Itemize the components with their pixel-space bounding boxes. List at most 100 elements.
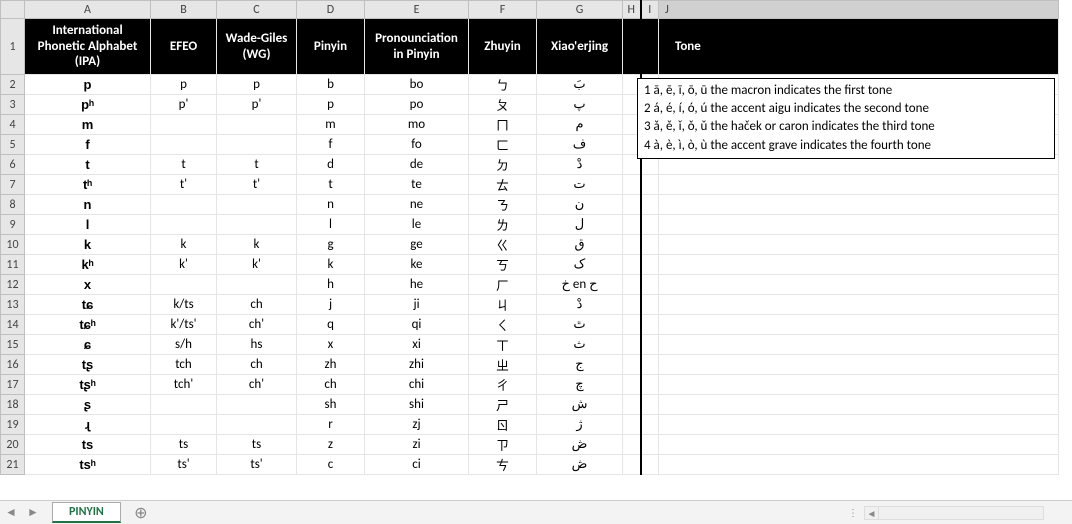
cell-i[interactable] <box>641 375 659 395</box>
header-i[interactable] <box>641 19 659 75</box>
cell-ipa[interactable]: ts <box>25 435 151 455</box>
cell-pron[interactable]: zj <box>365 415 469 435</box>
row-number[interactable]: 20 <box>1 435 25 455</box>
cell-pron[interactable]: ne <box>365 195 469 215</box>
cell-xiaoerjing[interactable]: چ <box>537 375 623 395</box>
cell-h[interactable] <box>623 315 641 335</box>
cell-pinyin[interactable]: l <box>297 215 365 235</box>
cell-h[interactable] <box>623 255 641 275</box>
cell-zhuyin[interactable]: ㄍ <box>469 235 537 255</box>
cell-pron[interactable]: po <box>365 95 469 115</box>
cell-pinyin[interactable]: d <box>297 155 365 175</box>
row-number[interactable]: 2 <box>1 75 25 95</box>
cell-pinyin[interactable]: f <box>297 135 365 155</box>
cell-pron[interactable]: zhi <box>365 355 469 375</box>
row-number[interactable]: 19 <box>1 415 25 435</box>
row-number[interactable]: 9 <box>1 215 25 235</box>
cell-pinyin[interactable]: h <box>297 275 365 295</box>
cell-i[interactable] <box>641 435 659 455</box>
cell-efeo[interactable]: p <box>151 75 217 95</box>
cell-j[interactable] <box>659 255 1059 275</box>
cell-h[interactable] <box>623 275 641 295</box>
cell-j[interactable] <box>659 235 1059 255</box>
cell-ipa[interactable]: pʰ <box>25 95 151 115</box>
header-tone[interactable]: Tone <box>659 19 1059 75</box>
cell-j[interactable] <box>659 175 1059 195</box>
cell-ipa[interactable]: n <box>25 195 151 215</box>
cell-efeo[interactable] <box>151 275 217 295</box>
cell-zhuyin[interactable]: ㄐ <box>469 295 537 315</box>
cell-zhuyin[interactable]: ㄔ <box>469 375 537 395</box>
row-number[interactable]: 7 <box>1 175 25 195</box>
row-number[interactable]: 8 <box>1 195 25 215</box>
horizontal-scrollbar[interactable]: ◄ <box>864 506 1044 520</box>
cell-wg[interactable] <box>217 135 297 155</box>
row-number[interactable]: 17 <box>1 375 25 395</box>
cell-wg[interactable]: k' <box>217 255 297 275</box>
cell-xiaoerjing[interactable]: بَ <box>537 75 623 95</box>
cell-pinyin[interactable]: z <box>297 435 365 455</box>
cell-pinyin[interactable]: j <box>297 295 365 315</box>
cell-i[interactable] <box>641 255 659 275</box>
cell-xiaoerjing[interactable]: ژ <box>537 415 623 435</box>
cell-i[interactable] <box>641 195 659 215</box>
cell-pron[interactable]: fo <box>365 135 469 155</box>
cell-j[interactable] <box>659 415 1059 435</box>
cell-efeo[interactable]: t' <box>151 175 217 195</box>
header-pinyin[interactable]: Pinyin <box>297 19 365 75</box>
col-header-H[interactable]: H <box>623 1 641 19</box>
cell-h[interactable] <box>623 395 641 415</box>
cell-i[interactable] <box>641 215 659 235</box>
cell-pinyin[interactable]: g <box>297 235 365 255</box>
cell-zhuyin[interactable]: ㄖ <box>469 415 537 435</box>
cell-efeo[interactable]: ts <box>151 435 217 455</box>
cell-pron[interactable]: ge <box>365 235 469 255</box>
cell-wg[interactable]: ts' <box>217 455 297 475</box>
row-number[interactable]: 11 <box>1 255 25 275</box>
cell-ipa[interactable]: x <box>25 275 151 295</box>
cell-pron[interactable]: ci <box>365 455 469 475</box>
col-header-A[interactable]: A <box>25 1 151 19</box>
cell-ipa[interactable]: ʂ <box>25 395 151 415</box>
cell-wg[interactable] <box>217 395 297 415</box>
header-efeo[interactable]: EFEO <box>151 19 217 75</box>
cell-h[interactable] <box>623 195 641 215</box>
cell-efeo[interactable] <box>151 395 217 415</box>
cell-pron[interactable]: ji <box>365 295 469 315</box>
cell-pinyin[interactable]: zh <box>297 355 365 375</box>
sheet-tab-pinyin[interactable]: PINYIN <box>52 502 121 523</box>
cell-xiaoerjing[interactable]: دْ <box>537 155 623 175</box>
cell-wg[interactable] <box>217 115 297 135</box>
cell-efeo[interactable]: tch <box>151 355 217 375</box>
header-zhuyin[interactable]: Zhuyin <box>469 19 537 75</box>
cell-zhuyin[interactable]: ㄌ <box>469 215 537 235</box>
cell-xiaoerjing[interactable]: ج <box>537 355 623 375</box>
row-number[interactable]: 12 <box>1 275 25 295</box>
cell-h[interactable] <box>623 455 641 475</box>
cell-ipa[interactable]: kʰ <box>25 255 151 275</box>
cell-pron[interactable]: xi <box>365 335 469 355</box>
cell-wg[interactable] <box>217 275 297 295</box>
cell-pron[interactable]: he <box>365 275 469 295</box>
header-ipa[interactable]: International Phonetic Alphabet (IPA) <box>25 19 151 75</box>
cell-ipa[interactable]: l <box>25 215 151 235</box>
cell-i[interactable] <box>641 335 659 355</box>
cell-pron[interactable]: qi <box>365 315 469 335</box>
row-number[interactable]: 3 <box>1 95 25 115</box>
cell-ipa[interactable]: ɻ <box>25 415 151 435</box>
cell-wg[interactable]: hs <box>217 335 297 355</box>
cell-zhuyin[interactable]: ㄒ <box>469 335 537 355</box>
cell-zhuyin[interactable]: ㄈ <box>469 135 537 155</box>
cell-ipa[interactable]: tʂʰ <box>25 375 151 395</box>
cell-ipa[interactable]: tʂ <box>25 355 151 375</box>
cell-pinyin[interactable]: p <box>297 95 365 115</box>
cell-efeo[interactable] <box>151 135 217 155</box>
cell-pinyin[interactable]: t <box>297 175 365 195</box>
cell-i[interactable] <box>641 415 659 435</box>
cell-wg[interactable] <box>217 195 297 215</box>
cell-ipa[interactable]: t <box>25 155 151 175</box>
cell-zhuyin[interactable]: ㄉ <box>469 155 537 175</box>
cell-xiaoerjing[interactable]: ڞ <box>537 435 623 455</box>
col-header-G[interactable]: G <box>537 1 623 19</box>
col-header-D[interactable]: D <box>297 1 365 19</box>
